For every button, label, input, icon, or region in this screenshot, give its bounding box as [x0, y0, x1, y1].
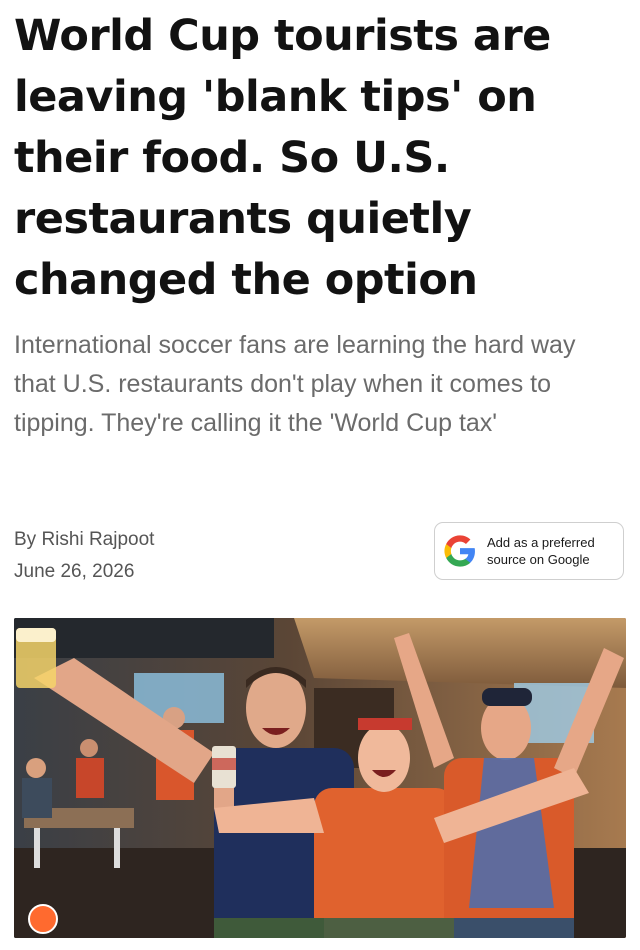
article-headline: World Cup tourists are leaving 'blank ti… — [14, 11, 551, 305]
add-preferred-source-button[interactable]: Add as a preferred source on Google — [434, 522, 624, 580]
publish-date: June 26, 2026 — [14, 561, 135, 582]
preferred-source-label: Add as a preferred source on Google — [487, 535, 595, 567]
byline-block: By Rishi Rajpoot June 26, 2026 — [14, 524, 154, 588]
fans-celebrating-photo — [14, 618, 626, 938]
publisher-logo-icon — [28, 904, 58, 934]
article-hero-photo[interactable] — [14, 618, 626, 938]
google-g-icon — [444, 535, 475, 567]
author-byline[interactable]: By Rishi Rajpoot — [14, 524, 154, 556]
article-subheadline: International soccer fans are learning t… — [14, 331, 576, 437]
